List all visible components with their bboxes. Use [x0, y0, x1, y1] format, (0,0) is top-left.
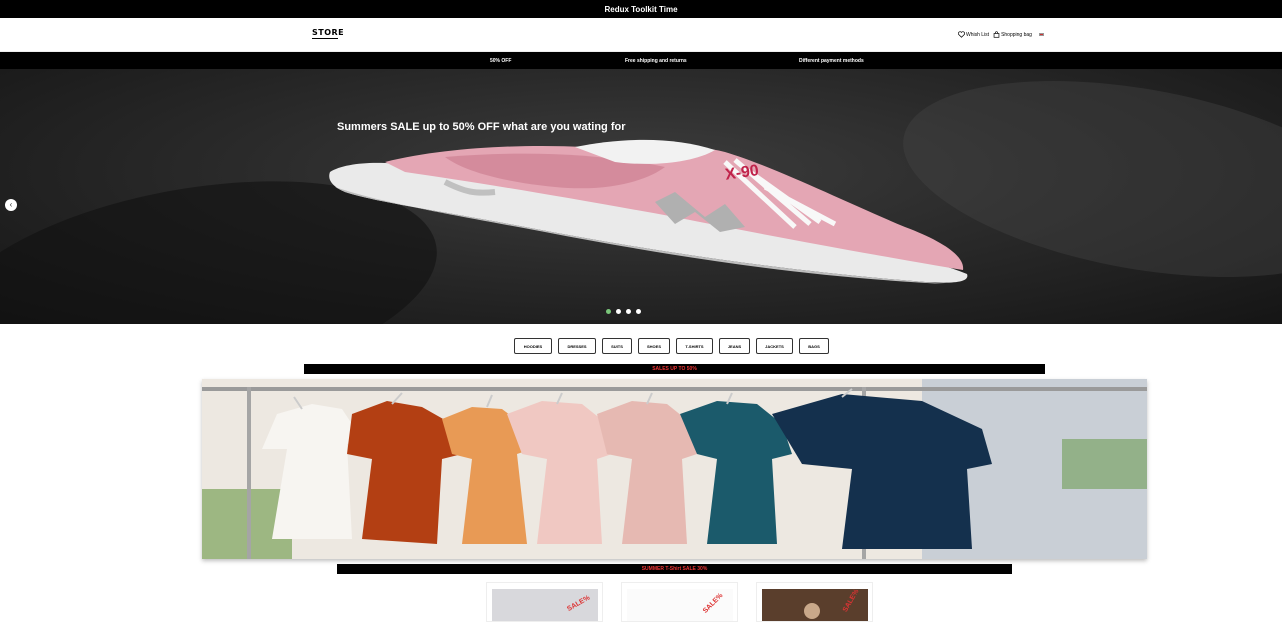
- product-card[interactable]: SALE%: [486, 582, 603, 622]
- announcement-bar: Redux Toolkit Time: [0, 0, 1282, 18]
- carousel-dot-1[interactable]: [606, 309, 611, 314]
- promo-payment: Different payment methods: [799, 58, 864, 64]
- header-actions: Whish List Shopping bag: [958, 31, 1044, 38]
- shopping-bag-link[interactable]: Shopping bag: [993, 31, 1032, 38]
- category-tshirts-button[interactable]: T-SHIRTS: [676, 338, 713, 354]
- product-card[interactable]: SALE%: [756, 582, 873, 622]
- product-image: SALE%: [627, 589, 733, 621]
- carousel-dots: [606, 309, 641, 314]
- category-shoes-button[interactable]: SHOES: [638, 338, 670, 354]
- product-card[interactable]: SALE%: [621, 582, 738, 622]
- category-jeans-button[interactable]: JEANS: [719, 338, 750, 354]
- store-logo[interactable]: STORE: [312, 28, 344, 39]
- chevron-left-icon: ‹: [9, 200, 13, 209]
- product-image: SALE%: [492, 589, 598, 621]
- hero-headline: Summers SALE up to 50% OFF what are you …: [337, 121, 626, 133]
- bag-icon: [993, 31, 1000, 38]
- tshirt-sale-heading: SUMMER T-Shirt SALE 30%: [337, 564, 1012, 574]
- carousel-dot-3[interactable]: [626, 309, 631, 314]
- logo-text: STORE: [312, 28, 345, 37]
- promo-discount: 50% OFF: [490, 58, 512, 64]
- category-suits-button[interactable]: SUITS: [602, 338, 632, 354]
- tshirt-rack-image: [202, 379, 1147, 559]
- category-jackets-button[interactable]: JACKETS: [756, 338, 793, 354]
- sale-heading: SALES UP TO 50%: [304, 364, 1045, 374]
- logo-underline: [312, 38, 338, 39]
- language-flag-icon[interactable]: [1038, 33, 1044, 36]
- product-grid: SALE% SALE% SALE%: [486, 582, 873, 622]
- announcement-text: Redux Toolkit Time: [604, 4, 678, 14]
- hero-carousel: X-90 Summers SALE up to 50% OFF what are…: [0, 69, 1282, 324]
- promo-strip: 50% OFF Free shipping and returns Differ…: [0, 52, 1282, 69]
- hero-shoe-image: X-90: [329, 139, 968, 284]
- tshirt-sale-banner[interactable]: [202, 379, 1147, 559]
- category-dresses-button[interactable]: DRESSES: [558, 338, 596, 354]
- carousel-prev-button[interactable]: ‹: [5, 199, 17, 211]
- category-hoodies-button[interactable]: HOODIES: [514, 338, 552, 354]
- shopping-bag-label: Shopping bag: [1001, 31, 1032, 38]
- site-header: STORE Whish List Shopping bag: [0, 18, 1282, 52]
- category-filter-bar: HOODIES DRESSES SUITS SHOES T-SHIRTS JEA…: [514, 338, 829, 354]
- category-bags-button[interactable]: BAGS: [799, 338, 829, 354]
- heart-icon: [958, 31, 965, 38]
- promo-shipping: Free shipping and returns: [625, 58, 687, 64]
- wishlist-link[interactable]: Whish List: [958, 31, 989, 38]
- carousel-dot-2[interactable]: [616, 309, 621, 314]
- product-image: SALE%: [762, 589, 868, 621]
- wishlist-label: Whish List: [966, 31, 990, 38]
- carousel-dot-4[interactable]: [636, 309, 641, 314]
